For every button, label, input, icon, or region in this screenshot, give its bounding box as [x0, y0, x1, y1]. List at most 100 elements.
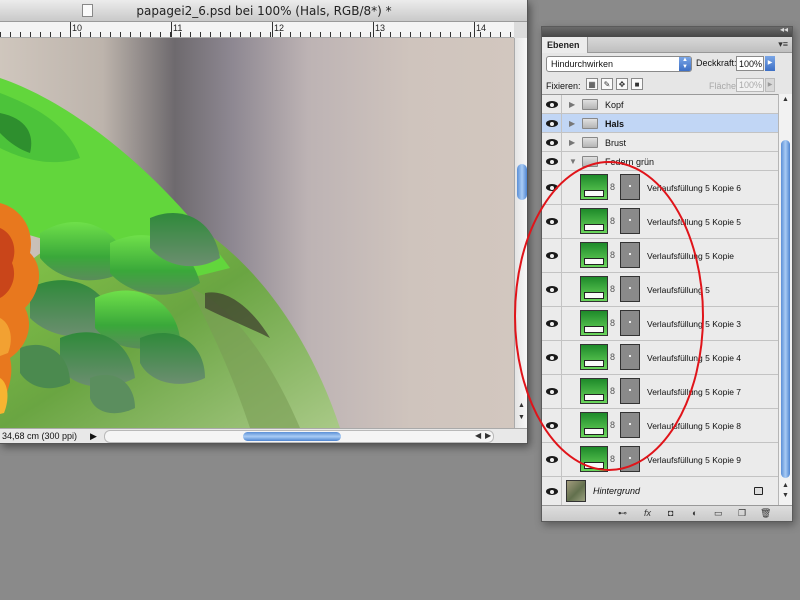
lock-transparency-icon[interactable]: ▦	[586, 78, 598, 90]
eye-icon	[546, 218, 558, 225]
trash-icon[interactable]: 🗑	[760, 508, 771, 519]
visibility-toggle[interactable]	[542, 273, 562, 306]
ruler-number: 11	[173, 23, 183, 33]
layer-group-hals[interactable]: ▶ Hals	[542, 114, 778, 133]
opacity-dropdown-arrow-icon[interactable]: ▶	[765, 56, 775, 71]
fx-icon[interactable]: fx	[644, 508, 651, 518]
mask-thumbnail	[620, 344, 640, 370]
lock-all-icon[interactable]: ■	[631, 78, 643, 90]
scroll-down-arrow[interactable]: ▼	[518, 414, 525, 421]
link-icon[interactable]: ⊷	[618, 508, 627, 519]
panel-menu-icon[interactable]: ▾≡	[778, 39, 788, 50]
collapse-icon[interactable]: ◂◂	[780, 25, 788, 34]
group-name: Hals	[605, 119, 625, 129]
scroll-down-arrow[interactable]: ▼	[782, 492, 789, 499]
group-name: Brust	[605, 138, 627, 148]
eye-icon	[546, 252, 558, 259]
ruler-tick	[460, 32, 461, 37]
adjustment-icon[interactable]: ◐	[692, 508, 697, 518]
layer-row[interactable]: 8 Verlaufsfüllung 5 Kopie 5	[542, 205, 778, 239]
fill-input[interactable]: 100%	[736, 78, 764, 92]
expand-triangle-icon[interactable]: ▶	[569, 119, 575, 128]
layer-name: Verlaufsfüllung 5 Kopie 8	[647, 421, 742, 431]
scroll-up-arrow[interactable]: ▲	[518, 402, 525, 409]
panel-header-bar[interactable]: ◂◂	[542, 25, 792, 37]
ruler-tick	[240, 32, 241, 37]
layer-list-scroll-thumb[interactable]	[781, 140, 790, 478]
visibility-toggle[interactable]	[542, 95, 562, 113]
ruler-tick	[290, 32, 291, 37]
visibility-toggle[interactable]	[542, 205, 562, 238]
collapse-triangle-icon[interactable]: ▼	[569, 157, 577, 166]
layer-name: Verlaufsfüllung 5 Kopie 3	[647, 319, 742, 329]
scroll-left-arrow[interactable]: ◀	[475, 431, 481, 440]
visibility-toggle[interactable]	[542, 133, 562, 151]
lock-icon	[754, 487, 763, 495]
layer-row[interactable]: 8 Verlaufsfüllung 5 Kopie 8	[542, 409, 778, 443]
expand-triangle-icon[interactable]: ▶	[569, 100, 575, 109]
visibility-toggle[interactable]	[542, 114, 562, 132]
scroll-up-arrow[interactable]: ▲	[782, 96, 789, 103]
layer-row[interactable]: 8 Verlaufsfüllung 5 Kopie 4	[542, 341, 778, 375]
visibility-toggle[interactable]	[542, 375, 562, 408]
scroll-right-arrow[interactable]: ▶	[485, 431, 491, 440]
layer-list-scrollbar[interactable]: ▲ ▲ ▼	[778, 94, 792, 505]
lock-label: Fixieren:	[546, 81, 581, 91]
link-chain-icon: 8	[610, 216, 616, 226]
lock-pixels-icon[interactable]: ✎	[601, 78, 613, 90]
visibility-toggle[interactable]	[542, 171, 562, 204]
visibility-toggle[interactable]	[542, 239, 562, 272]
mask-thumbnail	[620, 310, 640, 336]
ruler-tick	[10, 32, 11, 37]
opacity-input[interactable]: 100%	[736, 56, 764, 71]
mask-thumbnail	[620, 242, 640, 268]
ruler-tick	[340, 32, 341, 37]
layer-group-kopf[interactable]: ▶ Kopf	[542, 95, 778, 114]
horizontal-scroll-thumb[interactable]	[243, 432, 341, 441]
folder-icon[interactable]: ▭	[714, 508, 723, 519]
mask-icon[interactable]: ◘	[668, 508, 673, 518]
fill-dropdown-arrow-icon[interactable]: ▶	[765, 78, 775, 92]
layer-row[interactable]: 8 Verlaufsfüllung 5 Kopie 3	[542, 307, 778, 341]
status-menu-arrow[interactable]: ▶	[90, 431, 97, 442]
ruler-tick	[190, 32, 191, 37]
ruler-tick	[0, 32, 1, 37]
visibility-toggle[interactable]	[542, 307, 562, 340]
layer-row[interactable]: 8 Verlaufsfüllung 5 Kopie 6	[542, 171, 778, 205]
tab-layers[interactable]: Ebenen	[542, 37, 588, 53]
scroll-up-arrow[interactable]: ▲	[782, 482, 789, 489]
blend-mode-select[interactable]: Hindurchwirken ▲ ▼	[546, 56, 692, 72]
new-layer-icon[interactable]: ❐	[738, 508, 746, 519]
blend-mode-stepper-icon[interactable]: ▲ ▼	[679, 57, 691, 71]
visibility-toggle[interactable]	[542, 409, 562, 442]
gradient-fill-thumbnail	[580, 242, 608, 268]
layer-group-brust[interactable]: ▶ Brust	[542, 133, 778, 152]
ruler-tick	[510, 32, 511, 37]
ruler-tick	[270, 32, 271, 37]
ruler-tick	[400, 32, 401, 37]
image-canvas[interactable]	[0, 38, 514, 428]
visibility-toggle[interactable]	[542, 341, 562, 374]
layer-name: Verlaufsfüllung 5 Kopie 6	[647, 183, 742, 193]
ruler-major-tick	[272, 22, 273, 37]
expand-triangle-icon[interactable]: ▶	[569, 138, 575, 147]
visibility-toggle[interactable]	[542, 152, 562, 170]
layer-row[interactable]: 8 Verlaufsfüllung 5 Kopie 7	[542, 375, 778, 409]
horizontal-scrollbar[interactable]: ◀ ▶	[104, 430, 494, 443]
background-thumbnail	[566, 480, 586, 502]
vertical-scroll-thumb[interactable]	[517, 164, 527, 200]
document-titlebar[interactable]: papagei2_6.psd bei 100% (Hals, RGB/8*) *	[0, 0, 527, 22]
lock-position-icon[interactable]: ✥	[616, 78, 628, 90]
layer-row[interactable]: 8 Verlaufsfüllung 5 Kopie	[542, 239, 778, 273]
panel-footer: ⊷ fx ◘ ◐ ▭ ❐ 🗑	[542, 505, 792, 521]
eye-icon	[546, 184, 558, 191]
ruler-tick	[210, 32, 211, 37]
layer-row[interactable]: 8 Verlaufsfüllung 5	[542, 273, 778, 307]
visibility-toggle[interactable]	[542, 443, 562, 476]
layer-name: Hintergrund	[593, 486, 641, 496]
visibility-toggle[interactable]	[542, 477, 562, 505]
vertical-scrollbar[interactable]: ▲ ▼	[514, 38, 527, 428]
layer-row-background[interactable]: Hintergrund	[542, 477, 778, 505]
layer-group-federn-gruen[interactable]: ▼ Federn grün	[542, 152, 778, 171]
layer-row[interactable]: 8 Verlaufsfüllung 5 Kopie 9	[542, 443, 778, 477]
